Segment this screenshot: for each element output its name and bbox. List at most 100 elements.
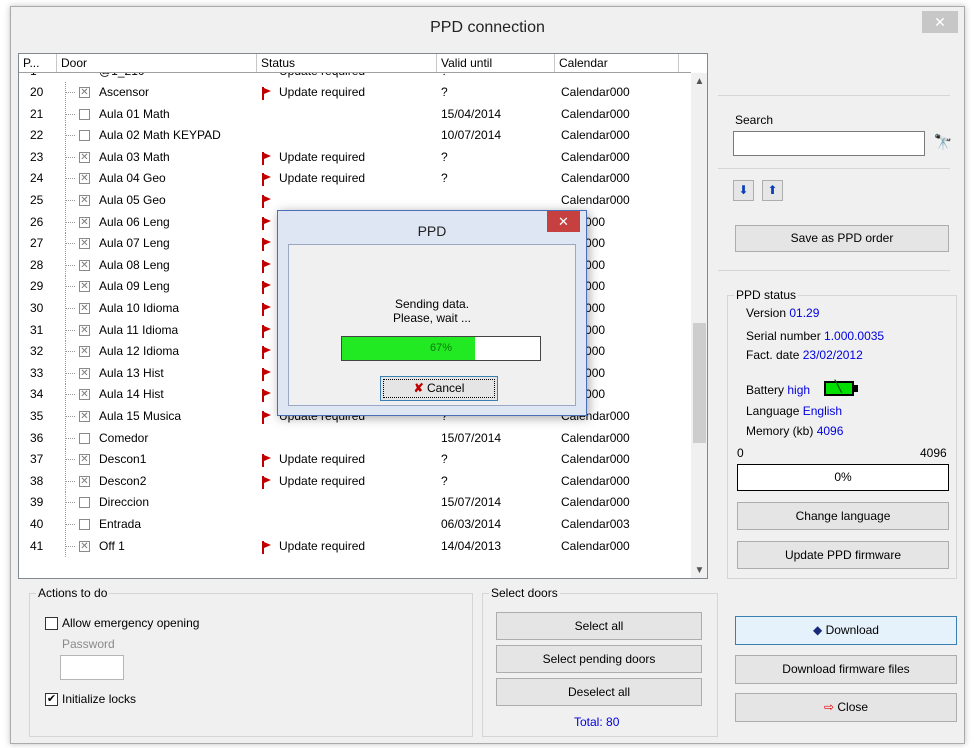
row-p: 38 [30,473,44,488]
row-p: 21 [30,106,44,121]
table-row-partial[interactable]: 1 @1_210 Update required ? [19,73,691,82]
scroll-down-icon[interactable]: ▼ [691,562,707,578]
row-door: Aula 14 Hist [99,387,164,402]
table-row[interactable]: 38 ✕ Descon2 Update required? Calendar000 [19,470,691,492]
header-calendar[interactable]: Calendar [555,54,679,72]
row-checkbox[interactable] [79,432,90,444]
row-checkbox[interactable]: ✕ [79,346,90,358]
row-p: 20 [30,85,44,99]
row-checkbox[interactable] [79,519,90,530]
select-pending-button[interactable]: Select pending doors [496,645,702,673]
deselect-all-button[interactable]: Deselect all [496,678,702,706]
tree-line [65,135,75,137]
header-p[interactable]: P... [19,54,57,72]
row-calendar: Calendar000 [561,473,630,488]
row-checkbox[interactable]: ✕ [79,454,90,466]
table-row[interactable]: 39 Direccion 15/07/2014 Calendar000 [19,492,691,514]
row-p: 32 [30,344,44,359]
scroll-thumb[interactable] [693,323,706,443]
search-input[interactable] [733,131,925,156]
tree-line [65,178,75,180]
table-row[interactable]: 22 Aula 02 Math KEYPAD 10/07/2014 Calendar0… [19,125,691,147]
table-row[interactable]: 41 ✕ Off 1 Update required 14/04/2013 Calenda… [19,535,691,557]
tree-line [65,286,75,288]
row-checkbox[interactable]: ✕ [79,87,90,98]
row-door: Aula 04 Geo [99,171,166,186]
window-close-button[interactable]: ✕ [922,11,958,33]
table-row[interactable]: 24 ✕ Aula 04 Geo Update required? Calendar00… [19,168,691,190]
row-valid-until: 06/03/2014 [441,517,502,531]
tree-line [65,351,75,353]
row-door: Aula 09 Leng [99,279,170,294]
row-checkbox[interactable] [79,130,90,142]
update-firmware-button[interactable]: Update PPD firmware [737,541,949,569]
row-checkbox[interactable]: ✕ [79,303,90,314]
row-checkbox[interactable] [79,497,90,509]
move-up-button[interactable]: ⬆ [762,180,783,201]
tree-line [65,459,75,461]
row-checkbox[interactable]: ✕ [79,259,90,271]
row-checkbox[interactable] [79,108,90,120]
row-valid-until: 14/04/2013 [441,538,502,553]
row-checkbox[interactable]: ✕ [79,151,90,163]
table-row[interactable]: 21 Aula 01 Math 15/04/2014 Calendar000 [19,103,691,125]
row-door: Entrada [99,517,142,531]
cancel-button[interactable]: ✘ Cancel [380,376,498,401]
initialize-locks-label: Initialize locks [62,692,137,706]
allow-emergency-checkbox[interactable] [45,617,58,630]
allow-emergency-label: Allow emergency opening [62,616,200,630]
dialog-close-button[interactable]: ✕ [547,211,580,232]
row-valid-until: ? [441,452,448,467]
table-row[interactable]: 25 ✕ Aula 05 Geo Calendar000 [19,190,691,211]
header-valid-until[interactable]: Valid until [437,54,555,72]
table-row[interactable]: 40 Entrada 06/03/2014 Calendar003 [19,514,691,535]
table-row[interactable]: 20 ✕ Ascensor Update required? Calendar000 [19,82,691,103]
change-language-button[interactable]: Change language [737,502,949,530]
language-row: Language English [746,404,843,418]
initialize-locks-checkbox[interactable]: ✔ [45,693,58,706]
separator [718,168,950,169]
row-calendar: Calendar000 [561,193,630,207]
row-checkbox[interactable]: ✕ [79,195,90,206]
row-checkbox[interactable]: ✕ [79,411,90,422]
save-ppd-order-button[interactable]: Save as PPD order [735,225,949,252]
download-button[interactable]: ◆ Download [735,616,957,645]
scroll-up-icon[interactable]: ▲ [691,73,707,90]
select-all-button[interactable]: Select all [496,612,702,640]
flag-icon [262,540,271,554]
row-checkbox[interactable]: ✕ [79,281,90,293]
header-status[interactable]: Status [257,54,437,72]
row-p: 23 [30,149,44,164]
row-valid-until: ? [441,473,448,488]
fact-date-row: Fact. date 23/02/2012 [746,348,863,362]
table-row[interactable]: 23 ✕ Aula 03 Math Update required? Calendar0… [19,146,691,168]
row-checkbox[interactable]: ✕ [79,216,90,228]
table-row[interactable]: 37 ✕ Descon1 Update required? Calendar000 [19,449,691,471]
table-row[interactable]: 36 Comedor 15/07/2014 Calendar000 [19,427,691,449]
header-door[interactable]: Door [57,54,257,72]
row-p: 30 [30,301,44,315]
flag-icon [262,281,271,295]
row-checkbox[interactable]: ✕ [79,173,90,185]
row-door: Aula 02 Math KEYPAD [99,128,221,143]
list-scrollbar[interactable]: ▲ ▼ [691,73,707,578]
battery-mark-icon: ╲ [835,381,842,393]
row-door: Descon2 [99,473,147,488]
row-checkbox[interactable]: ✕ [79,540,90,552]
flag-icon [262,454,271,468]
row-checkbox[interactable]: ✕ [79,389,90,401]
row-status: Update required [279,452,366,467]
binoculars-icon[interactable]: 🔭 [930,131,956,155]
search-label: Search [735,113,774,127]
row-door: Direccion [99,495,150,510]
row-checkbox[interactable]: ✕ [79,324,90,336]
actions-title: Actions to do [36,586,110,600]
row-checkbox[interactable]: ✕ [79,367,90,379]
close-button[interactable]: ⇨ Close [735,693,957,722]
row-checkbox[interactable]: ✕ [79,475,90,487]
download-firmware-button[interactable]: Download firmware files [735,655,957,684]
row-p: 24 [30,171,44,186]
flag-icon [262,303,271,316]
move-down-button[interactable]: ⬇ [733,180,754,201]
row-checkbox[interactable]: ✕ [79,238,90,250]
